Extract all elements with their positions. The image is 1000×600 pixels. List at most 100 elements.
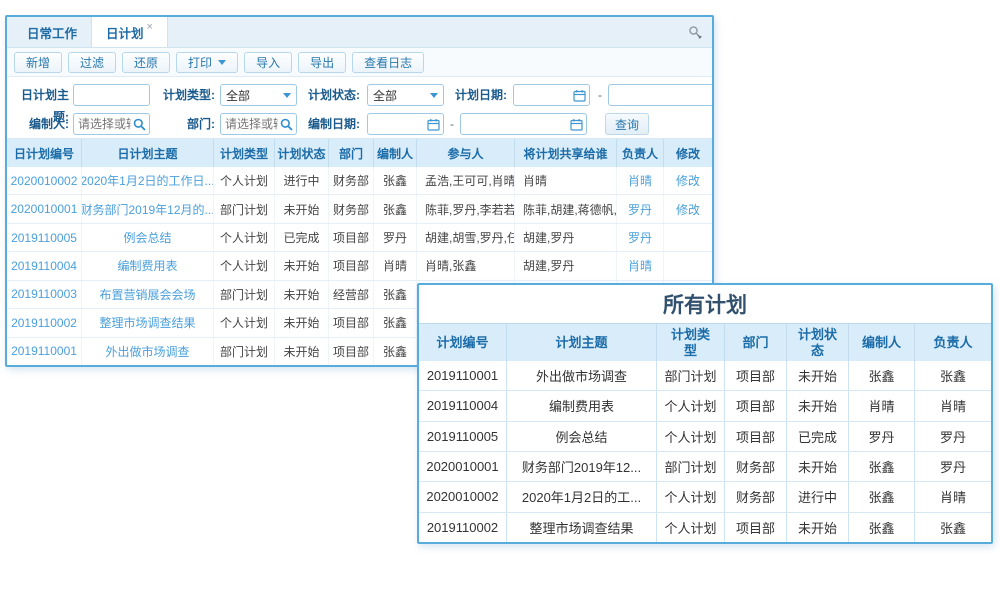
type-select[interactable]: 全部 <box>220 84 297 106</box>
cell-plan-type: 个人计划 <box>657 422 725 451</box>
cell-modify[interactable]: 修改 <box>664 167 712 194</box>
toolbar-button-打印[interactable]: 打印 <box>176 52 238 73</box>
toolbar-button-label: 导出 <box>310 54 334 71</box>
toolbar-button-新增[interactable]: 新增 <box>14 52 62 73</box>
daily-plan-row[interactable]: 2019110004编制费用表个人计划未开始项目部肖晴肖晴,张鑫胡建,罗丹肖晴 <box>7 252 712 280</box>
cell-dept: 财务部 <box>329 195 374 222</box>
created-date-to-input[interactable] <box>460 113 587 135</box>
plan-date-label: 计划日期: <box>451 84 507 106</box>
query-button[interactable]: 查询 <box>605 113 649 135</box>
search-icon[interactable] <box>280 118 293 136</box>
cell-subject: 编制费用表 <box>507 391 657 420</box>
chevron-down-icon <box>218 60 226 65</box>
page-title: 所有计划 <box>419 285 991 323</box>
cell-dept: 项目部 <box>329 338 374 365</box>
creator-label: 编制人: <box>7 113 69 135</box>
cell-plan-type: 个人计划 <box>657 391 725 420</box>
cell-plan-id[interactable]: 2020010002 <box>7 167 82 194</box>
col-header-subject[interactable]: 日计划主题 <box>82 139 214 167</box>
cell-subject[interactable]: 例会总结 <box>82 224 214 251</box>
cell-plan-status: 已完成 <box>275 224 329 251</box>
col-header-owner[interactable]: 负责人 <box>617 139 664 167</box>
tab-daily-plan[interactable]: 日计划 × <box>91 17 168 47</box>
toolbar-button-导出[interactable]: 导出 <box>298 52 346 73</box>
cell-plan-status: 已完成 <box>787 422 849 451</box>
col-header-owner: 负责人 <box>915 324 991 361</box>
cell-plan-status: 未开始 <box>787 391 849 420</box>
range-separator: - <box>595 84 605 106</box>
calendar-icon[interactable] <box>573 89 586 107</box>
daily-plan-row[interactable]: 2020010001财务部门2019年12月的...部门计划未开始财务部张鑫陈菲… <box>7 195 712 223</box>
cell-subject[interactable]: 外出做市场调查 <box>82 338 214 365</box>
cell-plan-id[interactable]: 2019110004 <box>7 252 82 279</box>
cell-owner[interactable]: 罗丹 <box>617 195 664 222</box>
tab-daily-work[interactable]: 日常工作 <box>13 17 91 47</box>
cell-dept: 财务部 <box>725 482 787 511</box>
cell-plan-id[interactable]: 2020010001 <box>7 195 82 222</box>
tab-close-icon[interactable]: × <box>147 21 153 33</box>
toolbar-button-label: 过滤 <box>80 54 104 71</box>
cell-owner: 张鑫 <box>915 361 991 390</box>
tab-daily-plan-label: 日计划 <box>106 23 144 42</box>
col-header-participants[interactable]: 参与人 <box>417 139 515 167</box>
magnifier-cursor-icon[interactable] <box>688 25 703 45</box>
cell-plan-id[interactable]: 2019110005 <box>7 224 82 251</box>
toolbar-button-查看日志[interactable]: 查看日志 <box>352 52 424 73</box>
cell-subject[interactable]: 2020年1月2日的工作日... <box>82 167 214 194</box>
col-header-creator[interactable]: 编制人 <box>374 139 417 167</box>
cell-dept: 财务部 <box>725 452 787 481</box>
cell-plan-id[interactable]: 2019110002 <box>7 309 82 336</box>
subject-input[interactable] <box>73 84 150 106</box>
col-header-creator: 编制人 <box>849 324 915 361</box>
cell-owner[interactable]: 罗丹 <box>617 224 664 251</box>
tab-bar: 日常工作 日计划 × <box>7 17 712 48</box>
toolbar-button-label: 还原 <box>134 54 158 71</box>
tab-daily-work-label: 日常工作 <box>27 23 77 42</box>
dept-picker <box>220 113 297 135</box>
cell-shared-with: 胡建,罗丹 <box>515 224 617 251</box>
plan-date-from-input[interactable] <box>513 84 590 106</box>
cell-owner[interactable]: 肖晴 <box>617 167 664 194</box>
cell-participants: 陈菲,罗丹,李若若,罗... <box>417 195 515 222</box>
cell-subject[interactable]: 财务部门2019年12月的... <box>82 195 214 222</box>
cell-subject[interactable]: 编制费用表 <box>82 252 214 279</box>
toolbar-button-过滤[interactable]: 过滤 <box>68 52 116 73</box>
cell-dept: 项目部 <box>725 422 787 451</box>
calendar-icon[interactable] <box>427 118 440 136</box>
col-header-modify[interactable]: 修改 <box>664 139 712 167</box>
cell-modify[interactable]: 修改 <box>664 195 712 222</box>
col-header-plan-type[interactable]: 计划类型 <box>214 139 275 167</box>
daily-plan-row[interactable]: 20200100022020年1月2日的工作日...个人计划进行中财务部张鑫孟浩… <box>7 167 712 195</box>
cell-owner[interactable]: 肖晴 <box>617 252 664 279</box>
col-header-plan-id[interactable]: 日计划编号 <box>7 139 82 167</box>
col-header-dept[interactable]: 部门 <box>329 139 374 167</box>
cell-plan-type: 部门计划 <box>657 452 725 481</box>
daily-plan-row[interactable]: 2019110005例会总结个人计划已完成项目部罗丹胡建,胡雪,罗丹,任晓...… <box>7 224 712 252</box>
toolbar-button-label: 导入 <box>256 54 280 71</box>
all-plans-row: 20200100022020年1月2日的工...个人计划财务部进行中张鑫肖晴 <box>419 482 991 512</box>
toolbar-button-还原[interactable]: 还原 <box>122 52 170 73</box>
cell-plan-id[interactable]: 2019110001 <box>7 338 82 365</box>
cell-plan-status: 进行中 <box>787 482 849 511</box>
created-date-from-input[interactable] <box>367 113 444 135</box>
screen: 日常工作 日计划 × 新增过滤还原打印导入导出查看日志 日计划主题: 计划类型: <box>0 0 1000 600</box>
cell-subject: 整理市场调查结果 <box>507 513 657 542</box>
cell-subject[interactable]: 布置营销展会会场 <box>82 281 214 308</box>
cell-creator: 肖晴 <box>374 252 417 279</box>
search-icon[interactable] <box>133 118 146 136</box>
cell-plan-type: 个人计划 <box>657 482 725 511</box>
col-header-plan-status[interactable]: 计划状态 <box>275 139 329 167</box>
toolbar-button-label: 查看日志 <box>364 54 412 71</box>
cell-participants: 肖晴,张鑫 <box>417 252 515 279</box>
col-header-shared-with[interactable]: 将计划共享给谁 <box>515 139 617 167</box>
toolbar-button-导入[interactable]: 导入 <box>244 52 292 73</box>
cell-creator: 张鑫 <box>374 195 417 222</box>
cell-plan-type: 个人计划 <box>214 224 275 251</box>
status-select[interactable]: 全部 <box>367 84 444 106</box>
cell-plan-id[interactable]: 2019110003 <box>7 281 82 308</box>
cell-subject: 例会总结 <box>507 422 657 451</box>
creator-picker <box>73 113 150 135</box>
calendar-icon[interactable] <box>570 118 583 136</box>
plan-date-to-input[interactable] <box>608 84 712 106</box>
cell-subject[interactable]: 整理市场调查结果 <box>82 309 214 336</box>
